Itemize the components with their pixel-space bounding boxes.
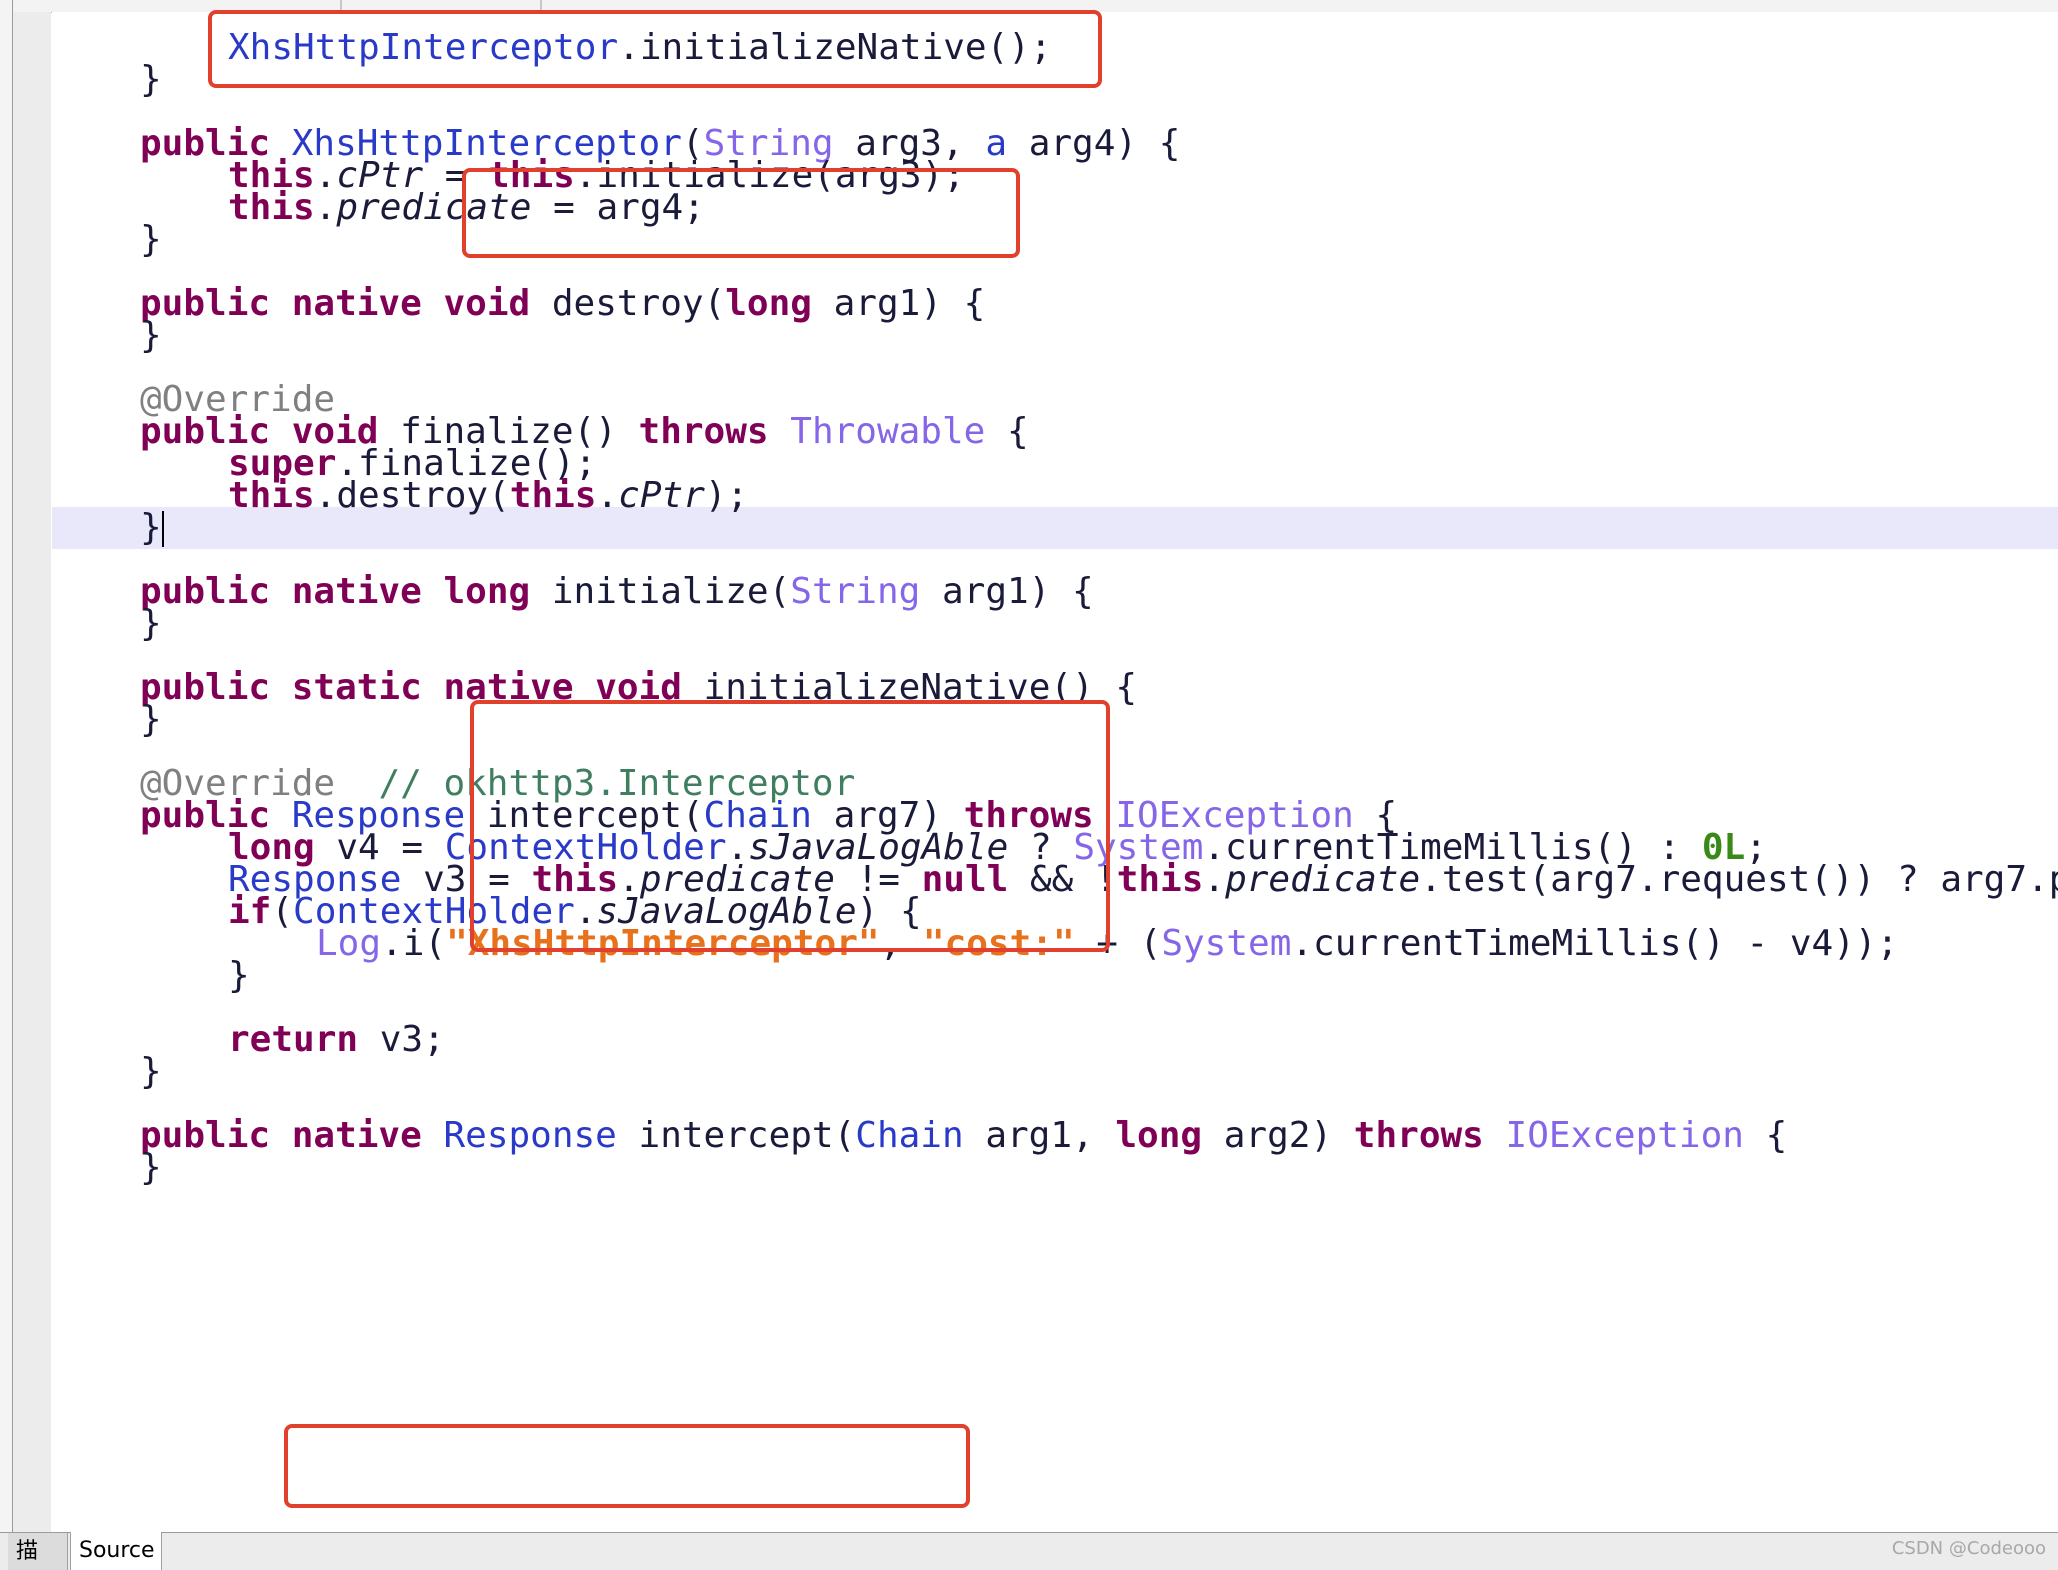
code-token: intercept( xyxy=(616,1115,856,1156)
code-token: this xyxy=(228,187,315,228)
code-token: .currentTimeMillis() - v4)); xyxy=(1291,923,1899,964)
code-line: } xyxy=(140,699,162,741)
code-line: } xyxy=(140,1051,162,1093)
code-line: } xyxy=(140,219,162,261)
code-line: return v3; xyxy=(228,1019,445,1061)
code-line: public native long initialize(String arg… xyxy=(140,571,1094,613)
code-token: native xyxy=(291,571,422,612)
code-token: } xyxy=(140,507,162,548)
code-token: this xyxy=(509,475,597,516)
code-token: long xyxy=(725,283,812,324)
code-token: IOException xyxy=(1505,1115,1744,1156)
code-token: System xyxy=(1161,923,1292,964)
left-panel-border xyxy=(0,0,13,1532)
code-token: cPtr xyxy=(618,475,705,516)
code-token: .destroy( xyxy=(314,475,510,516)
code-token: this xyxy=(228,475,315,516)
annotation-box-initialize-native-call xyxy=(208,10,1102,88)
annotation-box-native-methods xyxy=(470,700,1110,952)
code-line: this.destroy(this.cPtr); xyxy=(228,475,748,517)
code-token: arg4) { xyxy=(1007,123,1181,164)
code-token: throws xyxy=(1353,1115,1484,1156)
code-token: Chain xyxy=(855,1115,964,1156)
code-token: Response xyxy=(443,1115,617,1156)
code-token: } xyxy=(228,955,250,996)
code-token: ); xyxy=(704,475,749,516)
code-token: destroy( xyxy=(530,283,726,324)
tab-description[interactable]: 描述 xyxy=(8,1533,68,1570)
code-token: Log xyxy=(316,923,382,964)
line-gutter xyxy=(13,12,51,1532)
code-token: v3; xyxy=(358,1019,445,1060)
code-token: initialize( xyxy=(530,571,791,612)
code-token: { xyxy=(1743,1115,1788,1156)
code-line: public native void destroy(long arg1) { xyxy=(140,283,985,325)
code-token: throws xyxy=(638,411,769,452)
code-line: } xyxy=(140,1147,162,1189)
code-token: static xyxy=(291,667,422,708)
code-token: .test(arg7.request()) ? arg7.p xyxy=(1420,859,2058,900)
bottom-tab-bar: 描述 Source xyxy=(0,1532,2058,1570)
code-token: . xyxy=(1203,859,1226,900)
code-line: } xyxy=(228,955,250,997)
code-token: predicate xyxy=(1225,859,1421,900)
code-token: arg1) { xyxy=(920,571,1094,612)
code-line: } xyxy=(140,315,162,357)
code-token: return xyxy=(228,1019,359,1060)
decompiler-window: XhsHttpInterceptor.initializeNative();} p… xyxy=(0,0,2058,1570)
code-token: arg1) { xyxy=(811,283,986,324)
code-token: ( xyxy=(271,891,294,932)
code-line: public native Response intercept(Chain a… xyxy=(140,1115,1787,1157)
code-token: .i( xyxy=(381,923,447,964)
code-token: long xyxy=(443,571,531,612)
code-token: } xyxy=(140,603,162,644)
code-token: native xyxy=(291,1115,422,1156)
code-token: } xyxy=(140,219,162,260)
code-token: a xyxy=(985,123,1008,164)
code-token: } xyxy=(140,1147,162,1188)
code-line: } xyxy=(140,59,162,101)
code-token: long xyxy=(1115,1115,1203,1156)
code-token: void xyxy=(443,283,531,324)
code-token: . xyxy=(596,475,619,516)
code-token: arg2) xyxy=(1202,1115,1354,1156)
code-token: this xyxy=(1116,859,1204,900)
annotation-box-initialize-call xyxy=(462,168,1020,258)
code-token: . xyxy=(314,187,337,228)
code-token: String xyxy=(790,571,921,612)
code-line: } xyxy=(140,603,162,645)
code-token: } xyxy=(140,699,162,740)
code-token: } xyxy=(140,315,162,356)
text-caret xyxy=(161,511,164,547)
code-token: } xyxy=(140,59,162,100)
code-token: arg1, xyxy=(963,1115,1116,1156)
code-line: } xyxy=(140,507,164,549)
watermark: CSDN @Codeooo xyxy=(1891,1538,2046,1559)
code-token: if xyxy=(228,891,272,932)
annotation-box-native-intercept xyxy=(284,1424,970,1508)
code-token: native xyxy=(291,283,422,324)
code-token: Throwable xyxy=(790,411,986,452)
code-token: { xyxy=(985,411,1029,452)
code-token: } xyxy=(140,1051,162,1092)
tab-source[interactable]: Source xyxy=(70,1532,162,1570)
